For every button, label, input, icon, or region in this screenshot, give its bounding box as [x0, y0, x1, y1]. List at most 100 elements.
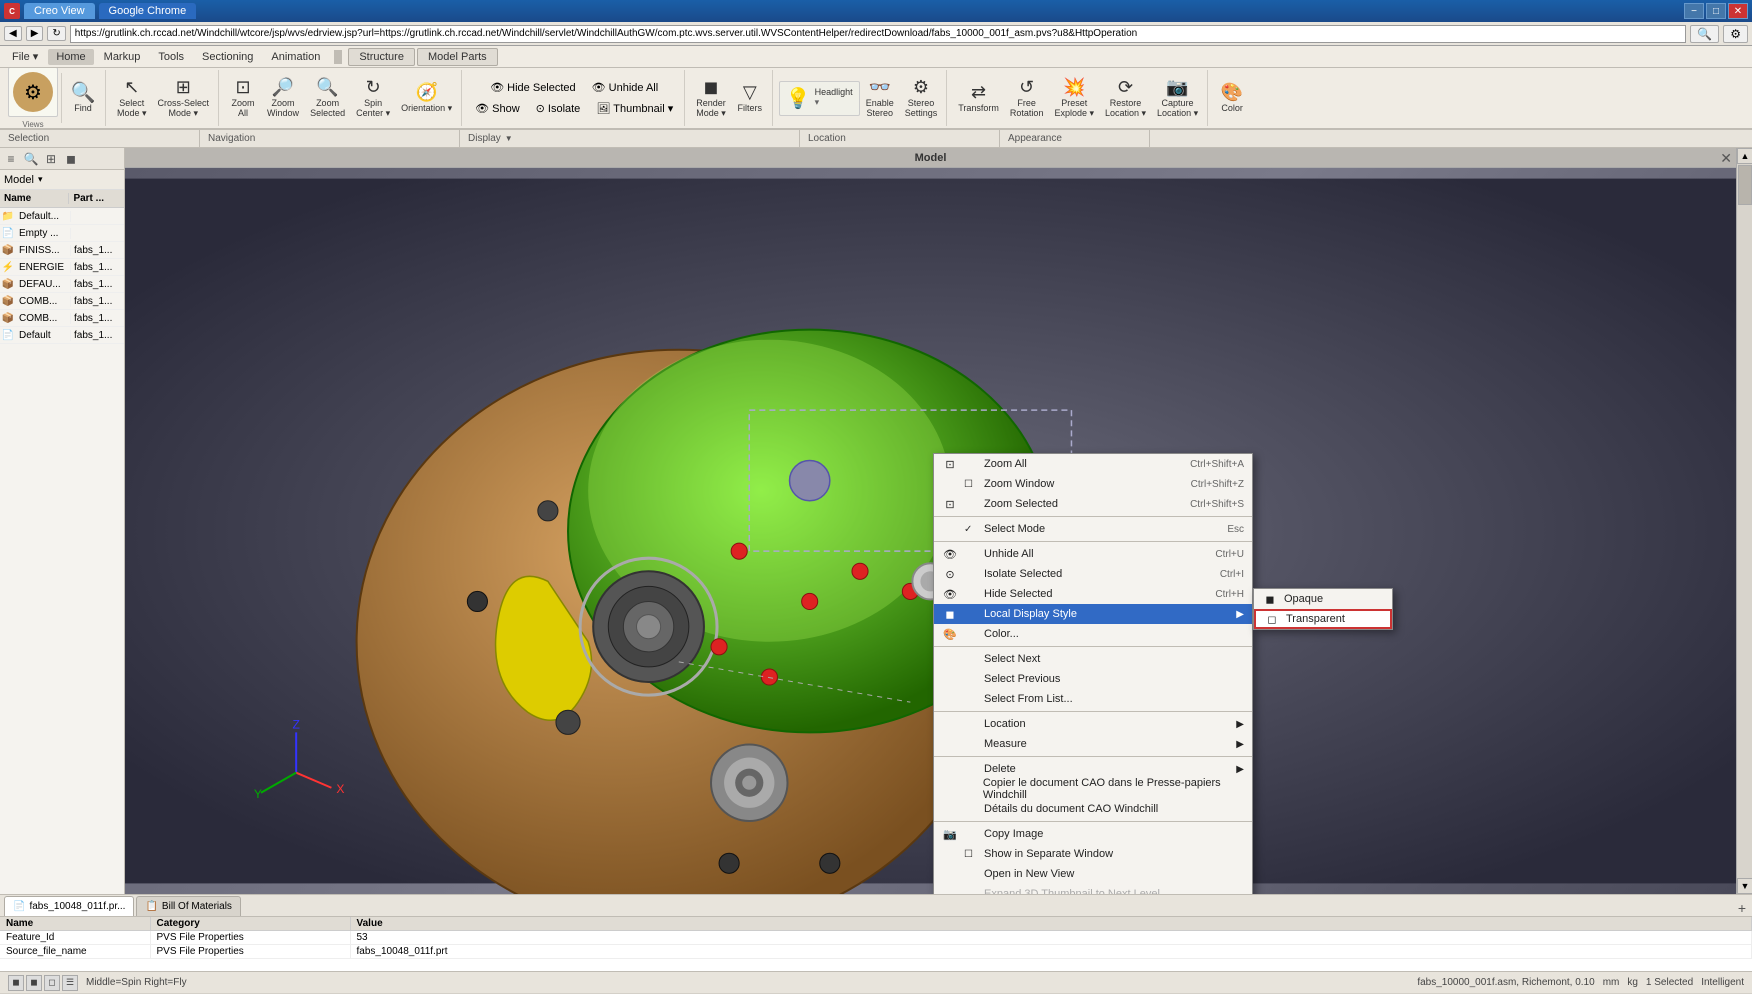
show-button[interactable]: 👁 Show	[468, 99, 527, 118]
tab-properties[interactable]: 📄 fabs_10048_011f.pr...	[4, 896, 134, 916]
ctx-item-show-separate[interactable]: ☐ Show in Separate Window	[934, 844, 1252, 864]
menu-home[interactable]: Home	[48, 49, 93, 65]
tab-bom[interactable]: 📋 Bill Of Materials	[136, 896, 240, 916]
menu-tools[interactable]: Tools	[150, 49, 192, 65]
url-input[interactable]	[70, 25, 1686, 43]
viewport[interactable]: Model ✕	[125, 148, 1736, 894]
panel-search-icon[interactable]: 🔍	[22, 150, 40, 168]
preset-explode-button[interactable]: 💥 PresetExplode ▾	[1049, 74, 1099, 122]
refresh-button[interactable]: ↻	[47, 26, 65, 41]
viewport-close-button[interactable]: ✕	[1720, 150, 1732, 167]
list-item[interactable]: 📄 Empty ...	[0, 225, 124, 242]
status-icon-4[interactable]: ☰	[62, 975, 78, 991]
list-item[interactable]: 📦 FINISS... fabs_1...	[0, 242, 124, 259]
headlight-button[interactable]: 💡 Headlight ▾	[779, 81, 860, 116]
unhide-all-button[interactable]: 👁 Unhide All	[585, 78, 666, 97]
cross-select-button[interactable]: ⊞ Cross-SelectMode ▾	[153, 74, 215, 122]
status-icon-1[interactable]: ◼	[8, 975, 24, 991]
zoom-selected-button[interactable]: 🔍 ZoomSelected	[305, 74, 350, 122]
status-icon-2[interactable]: ◼	[26, 975, 42, 991]
ctx-item-location[interactable]: Location ▶	[934, 714, 1252, 734]
restore-location-button[interactable]: ⟳ RestoreLocation ▾	[1100, 74, 1151, 122]
maximize-button[interactable]: □	[1706, 3, 1726, 19]
render-mode-button[interactable]: ◼ RenderMode ▾	[691, 74, 731, 122]
list-item[interactable]: 📁 Default...	[0, 208, 124, 225]
list-item[interactable]: 📦 COMB... fabs_1...	[0, 310, 124, 327]
scroll-down-button[interactable]: ▼	[1737, 878, 1752, 894]
ctx-item-local-display-style[interactable]: ◼ Local Display Style ▶	[934, 604, 1252, 624]
thumbnail-btn[interactable]: ⚙	[8, 68, 58, 117]
ctx-item-measure[interactable]: Measure ▶	[934, 734, 1252, 754]
ctx-item-details-cad[interactable]: Détails du document CAO Windchill	[934, 799, 1252, 819]
zoom-all-button[interactable]: ⊡ ZoomAll	[225, 74, 261, 122]
menu-animation[interactable]: Animation	[263, 49, 328, 65]
list-item[interactable]: 📦 DEFAU... fabs_1...	[0, 276, 124, 293]
back-button[interactable]: ◀	[4, 26, 22, 41]
ctx-item-select-from-list[interactable]: Select From List...	[934, 689, 1252, 709]
ctx-item-zoom-window[interactable]: ☐ Zoom Window Ctrl+Shift+Z	[934, 474, 1252, 494]
ctx-item-zoom-all[interactable]: ⊡ Zoom All Ctrl+Shift+A	[934, 454, 1252, 474]
ctx-item-open-new-view[interactable]: Open in New View	[934, 864, 1252, 884]
add-tab-button[interactable]: +	[1732, 900, 1752, 916]
close-button[interactable]: ✕	[1728, 3, 1748, 19]
status-icon-3[interactable]: ◻	[44, 975, 60, 991]
model-dropdown-icon[interactable]: ▾	[38, 174, 43, 185]
spin-center-button[interactable]: ↻ SpinCenter ▾	[351, 74, 395, 122]
filters-button[interactable]: ▽ Filters	[732, 79, 768, 117]
ctx-item-select-next[interactable]: Select Next	[934, 649, 1252, 669]
right-scrollbar[interactable]: ▲ ▼	[1736, 148, 1752, 894]
stereo-settings-button[interactable]: ⚙ StereoSettings	[900, 74, 943, 122]
submenu-item-opaque[interactable]: ◼ Opaque	[1254, 589, 1392, 609]
panel-grid-icon[interactable]: ⊞	[42, 150, 60, 168]
orientation-button[interactable]: 🧭 Orientation ▾	[396, 79, 457, 117]
hide-selected-icon: 👁	[490, 81, 504, 94]
scroll-up-button[interactable]: ▲	[1737, 148, 1752, 164]
menu-sectioning[interactable]: Sectioning	[194, 49, 261, 65]
isolate-button[interactable]: ⊙ Isolate	[529, 99, 588, 118]
tab-structure[interactable]: Structure	[348, 48, 415, 66]
color-button[interactable]: 🎨 Color	[1214, 79, 1250, 117]
ctx-item-select-mode[interactable]: ✓ Select Mode Esc	[934, 519, 1252, 539]
menu-markup[interactable]: Markup	[96, 49, 149, 65]
tab-properties-icon: 📄	[13, 901, 25, 912]
capture-location-button[interactable]: 📷 CaptureLocation ▾	[1152, 74, 1203, 122]
list-item[interactable]: 📄 Default fabs_1...	[0, 327, 124, 344]
list-item[interactable]: ⚡ ENERGIE fabs_1...	[0, 259, 124, 276]
scroll-thumb[interactable]	[1738, 165, 1752, 205]
select-mode-button[interactable]: ↖ SelectMode ▾	[112, 74, 152, 122]
table-row[interactable]: Feature_Id PVS File Properties 53	[0, 931, 1752, 945]
ctx-item-unhide-all[interactable]: 👁 Unhide All Ctrl+U	[934, 544, 1252, 564]
ctx-item-delete[interactable]: Delete ▶	[934, 759, 1252, 779]
panel-display-icon[interactable]: ◼	[62, 150, 80, 168]
tree-item-icon: 📦	[0, 313, 16, 324]
transform-button[interactable]: ⇄ Transform	[953, 79, 1004, 117]
ctx-item-copy-image[interactable]: 📷 Copy Image	[934, 824, 1252, 844]
forward-button[interactable]: ▶	[26, 26, 44, 41]
tab-creo-view[interactable]: Creo View	[24, 3, 95, 19]
tab-model-parts[interactable]: Model Parts	[417, 48, 498, 66]
zoom-window-button[interactable]: 🔎 ZoomWindow	[262, 74, 304, 122]
submenu-item-transparent[interactable]: ◻ Transparent	[1254, 609, 1392, 629]
transform-icon: ⇄	[971, 82, 986, 103]
minimize-button[interactable]: −	[1684, 3, 1704, 19]
units-status: mm	[1603, 977, 1620, 988]
tab-chrome[interactable]: Google Chrome	[99, 3, 197, 19]
ctx-item-select-previous[interactable]: Select Previous	[934, 669, 1252, 689]
hide-selected-button[interactable]: 👁 Hide Selected	[483, 78, 582, 97]
ctx-item-zoom-selected[interactable]: ⊡ Zoom Selected Ctrl+Shift+S	[934, 494, 1252, 514]
ctx-item-copy-cad[interactable]: Copier le document CAO dans le Presse-pa…	[934, 779, 1252, 799]
thumbnail-small-button[interactable]: 🖼 Thumbnail ▾	[589, 99, 680, 118]
menu-file[interactable]: File ▾	[4, 48, 46, 65]
settings-icon[interactable]: ⚙	[1723, 25, 1748, 43]
table-row[interactable]: Source_file_name PVS File Properties fab…	[0, 945, 1752, 959]
ctx-item-isolate-selected[interactable]: ⊙ Isolate Selected Ctrl+I	[934, 564, 1252, 584]
ctx-item-color[interactable]: 🎨 Color...	[934, 624, 1252, 644]
find-button[interactable]: 🔍 Find	[65, 80, 101, 117]
panel-menu-icon[interactable]: ≡	[2, 150, 20, 168]
enable-stereo-button[interactable]: 👓 EnableStereo	[861, 74, 899, 122]
search-icon[interactable]: 🔍	[1690, 25, 1719, 43]
list-item[interactable]: 📦 COMB... fabs_1...	[0, 293, 124, 310]
ctx-item-hide-selected[interactable]: 👁 Hide Selected Ctrl+H	[934, 584, 1252, 604]
properties-table: Name Category Value Feature_Id PVS File …	[0, 917, 1752, 959]
free-rotation-button[interactable]: ↺ FreeRotation	[1005, 74, 1049, 122]
